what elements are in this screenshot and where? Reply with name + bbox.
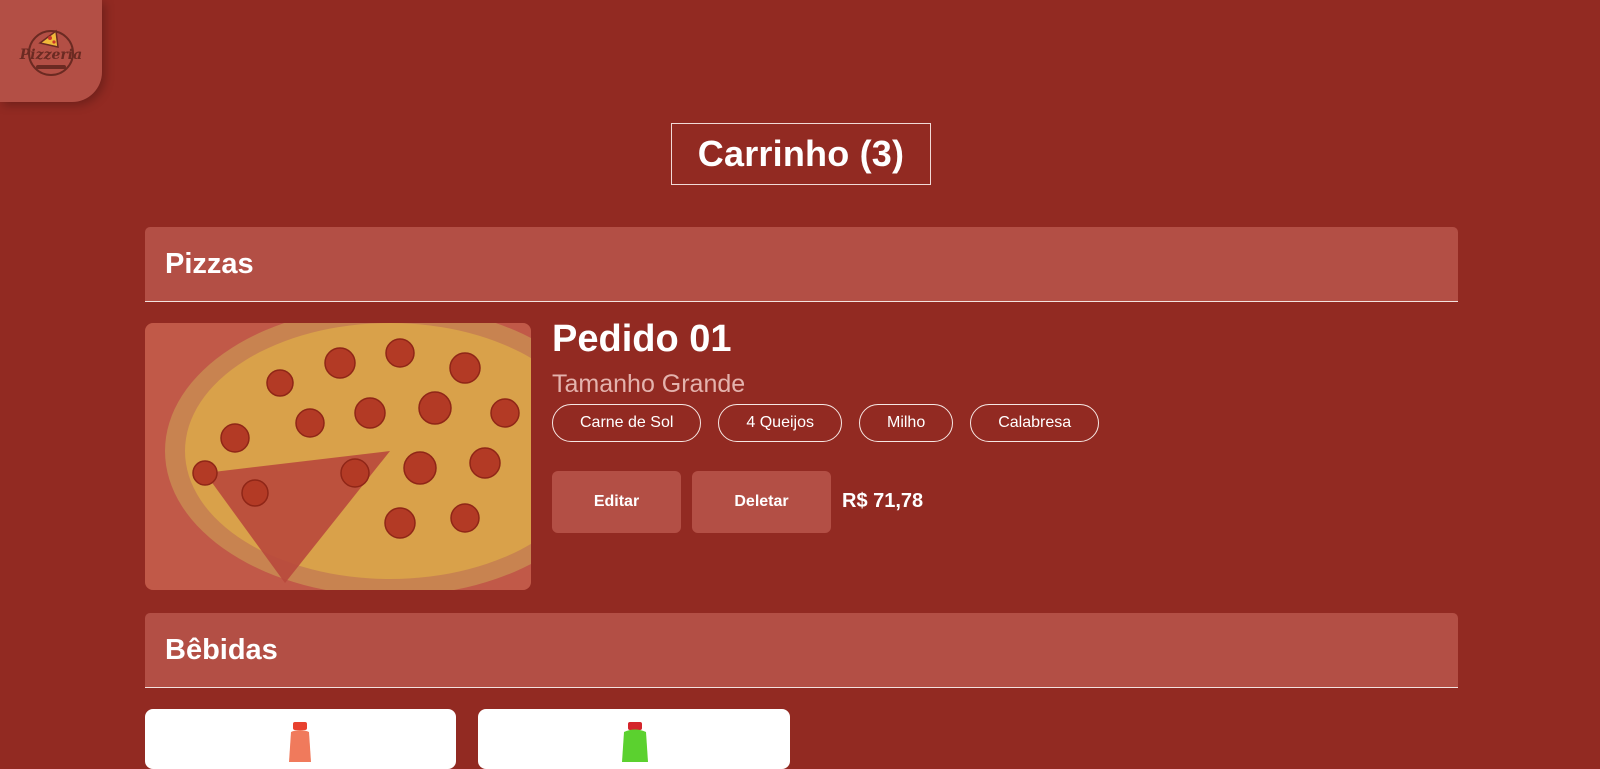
edit-button[interactable]: Editar [552, 471, 681, 533]
flavor-list: Carne de Sol 4 Queijos Milho Calabresa [552, 404, 1100, 442]
flavor-chip[interactable]: Milho [858, 404, 954, 442]
pizza-image [145, 323, 531, 590]
svg-text:Pizzeria: Pizzeria [19, 47, 82, 63]
section-header-pizzas: Pizzas [145, 227, 1458, 302]
order-size: Tamanho Grande [552, 370, 746, 398]
flavor-chip[interactable]: 4 Queijos [718, 404, 842, 442]
order-title: Pedido 01 [552, 318, 732, 360]
logo-tab[interactable]: Pizzeria [0, 0, 102, 102]
drink-card[interactable] [478, 709, 790, 769]
flavor-chip[interactable]: Carne de Sol [552, 404, 702, 442]
drink-card[interactable] [145, 709, 456, 769]
order-price: R$ 71,78 [842, 490, 924, 512]
cart-title: Carrinho (3) [671, 123, 931, 185]
section-header-bebidas: Bêbidas [145, 613, 1458, 688]
flavor-chip[interactable]: Calabresa [970, 404, 1100, 442]
soda-bottle-red-icon [289, 722, 311, 762]
delete-button[interactable]: Deletar [692, 471, 831, 533]
soda-bottle-green-icon [622, 722, 648, 762]
pizzeria-logo: Pizzeria [19, 29, 82, 76]
